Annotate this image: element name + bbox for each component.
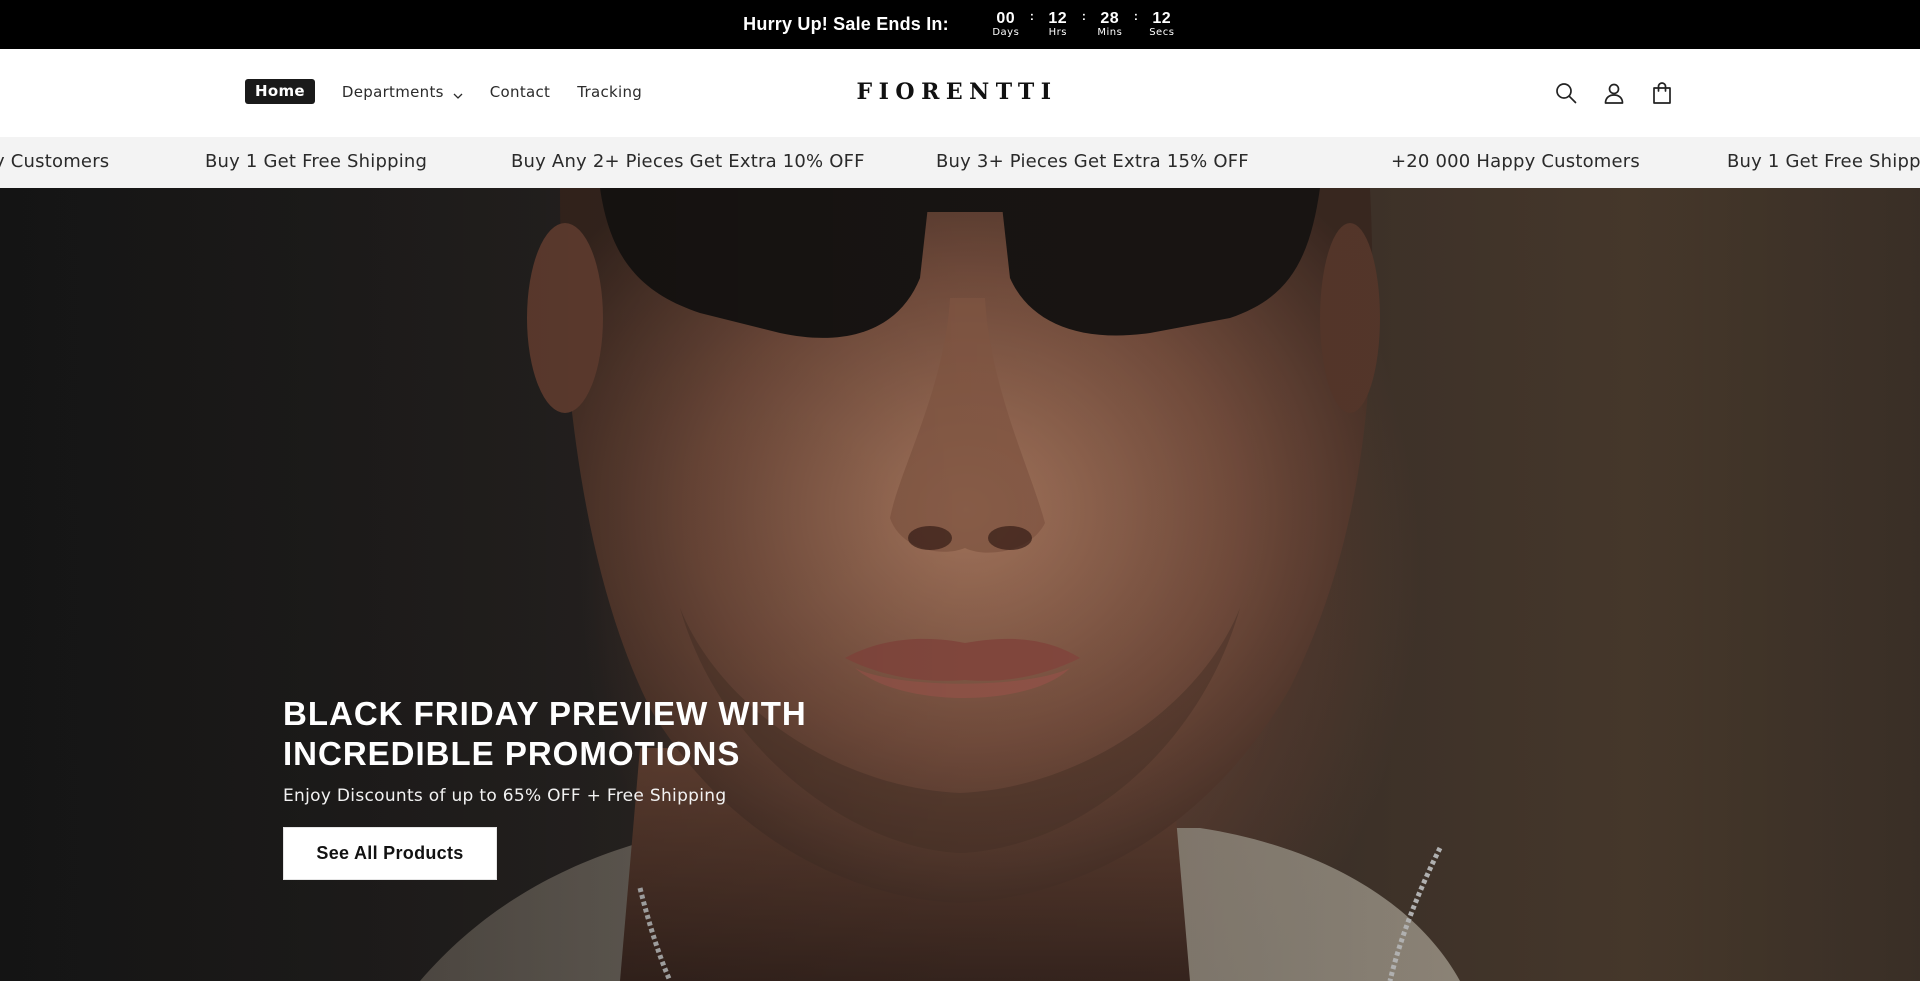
timer-separator: : [1029, 9, 1034, 23]
cart-icon[interactable] [1649, 80, 1675, 106]
account-icon[interactable] [1601, 80, 1627, 106]
nav-item-home[interactable]: Home [245, 79, 315, 104]
nav-item-contact[interactable]: Contact [490, 83, 550, 101]
nav-item-departments-label: Departments [341, 82, 444, 101]
header-icons [1553, 80, 1675, 106]
hero-content: BLACK FRIDAY PREVIEW WITH INCREDIBLE PRO… [283, 694, 903, 880]
nav-item-departments[interactable]: Departments [342, 83, 463, 101]
timer-hours-label: Hrs [1048, 27, 1067, 38]
timer-seconds: 12 Secs [1147, 10, 1177, 39]
main-nav: Home Departments Contact Tracking [245, 79, 669, 104]
timer-hours-value: 12 [1048, 10, 1068, 27]
brand-logo[interactable]: FIORENTTI [852, 79, 1062, 107]
marquee-item: Buy 1 Get Free Shippin [1727, 151, 1920, 172]
timer-separator: : [1081, 9, 1086, 23]
marquee-item: Buy 1 Get Free Shipping [205, 151, 428, 172]
chevron-down-icon [453, 87, 463, 99]
search-icon[interactable] [1553, 80, 1579, 106]
timer-days-value: 00 [996, 10, 1016, 27]
hero-subtitle: Enjoy Discounts of up to 65% OFF + Free … [283, 786, 727, 806]
see-all-products-button[interactable]: See All Products [283, 827, 497, 880]
announcement-marquee: y Customers Buy 1 Get Free Shipping Buy … [0, 137, 1920, 188]
timer-minutes-label: Mins [1097, 27, 1123, 38]
marquee-item: +20 000 Happy Customers [1391, 151, 1640, 172]
nav-item-tracking[interactable]: Tracking [577, 83, 642, 101]
countdown-timer: 00 Days : 12 Hrs : 28 Mins : 12 Secs [991, 10, 1177, 39]
countdown-bar: Hurry Up! Sale Ends In: 00 Days : 12 Hrs… [0, 0, 1920, 49]
page-bottom-strip [0, 981, 1920, 993]
timer-minutes-value: 28 [1100, 10, 1120, 27]
timer-minutes: 28 Mins [1095, 10, 1125, 39]
hero-title: BLACK FRIDAY PREVIEW WITH INCREDIBLE PRO… [283, 695, 807, 772]
marquee-item: Buy Any 2+ Pieces Get Extra 10% OFF [511, 151, 865, 172]
timer-days: 00 Days [991, 10, 1021, 39]
timer-seconds-label: Secs [1149, 27, 1175, 38]
countdown-title: Hurry Up! Sale Ends In: [743, 14, 949, 34]
site-header: Home Departments Contact Tracking FIOREN… [0, 49, 1920, 137]
timer-seconds-value: 12 [1152, 10, 1172, 27]
timer-hours: 12 Hrs [1043, 10, 1073, 39]
hero-banner: BLACK FRIDAY PREVIEW WITH INCREDIBLE PRO… [0, 188, 1920, 981]
timer-days-label: Days [992, 27, 1020, 38]
marquee-item: Buy 3+ Pieces Get Extra 15% OFF [936, 151, 1249, 172]
timer-separator: : [1133, 9, 1138, 23]
marquee-item: y Customers [0, 151, 110, 172]
